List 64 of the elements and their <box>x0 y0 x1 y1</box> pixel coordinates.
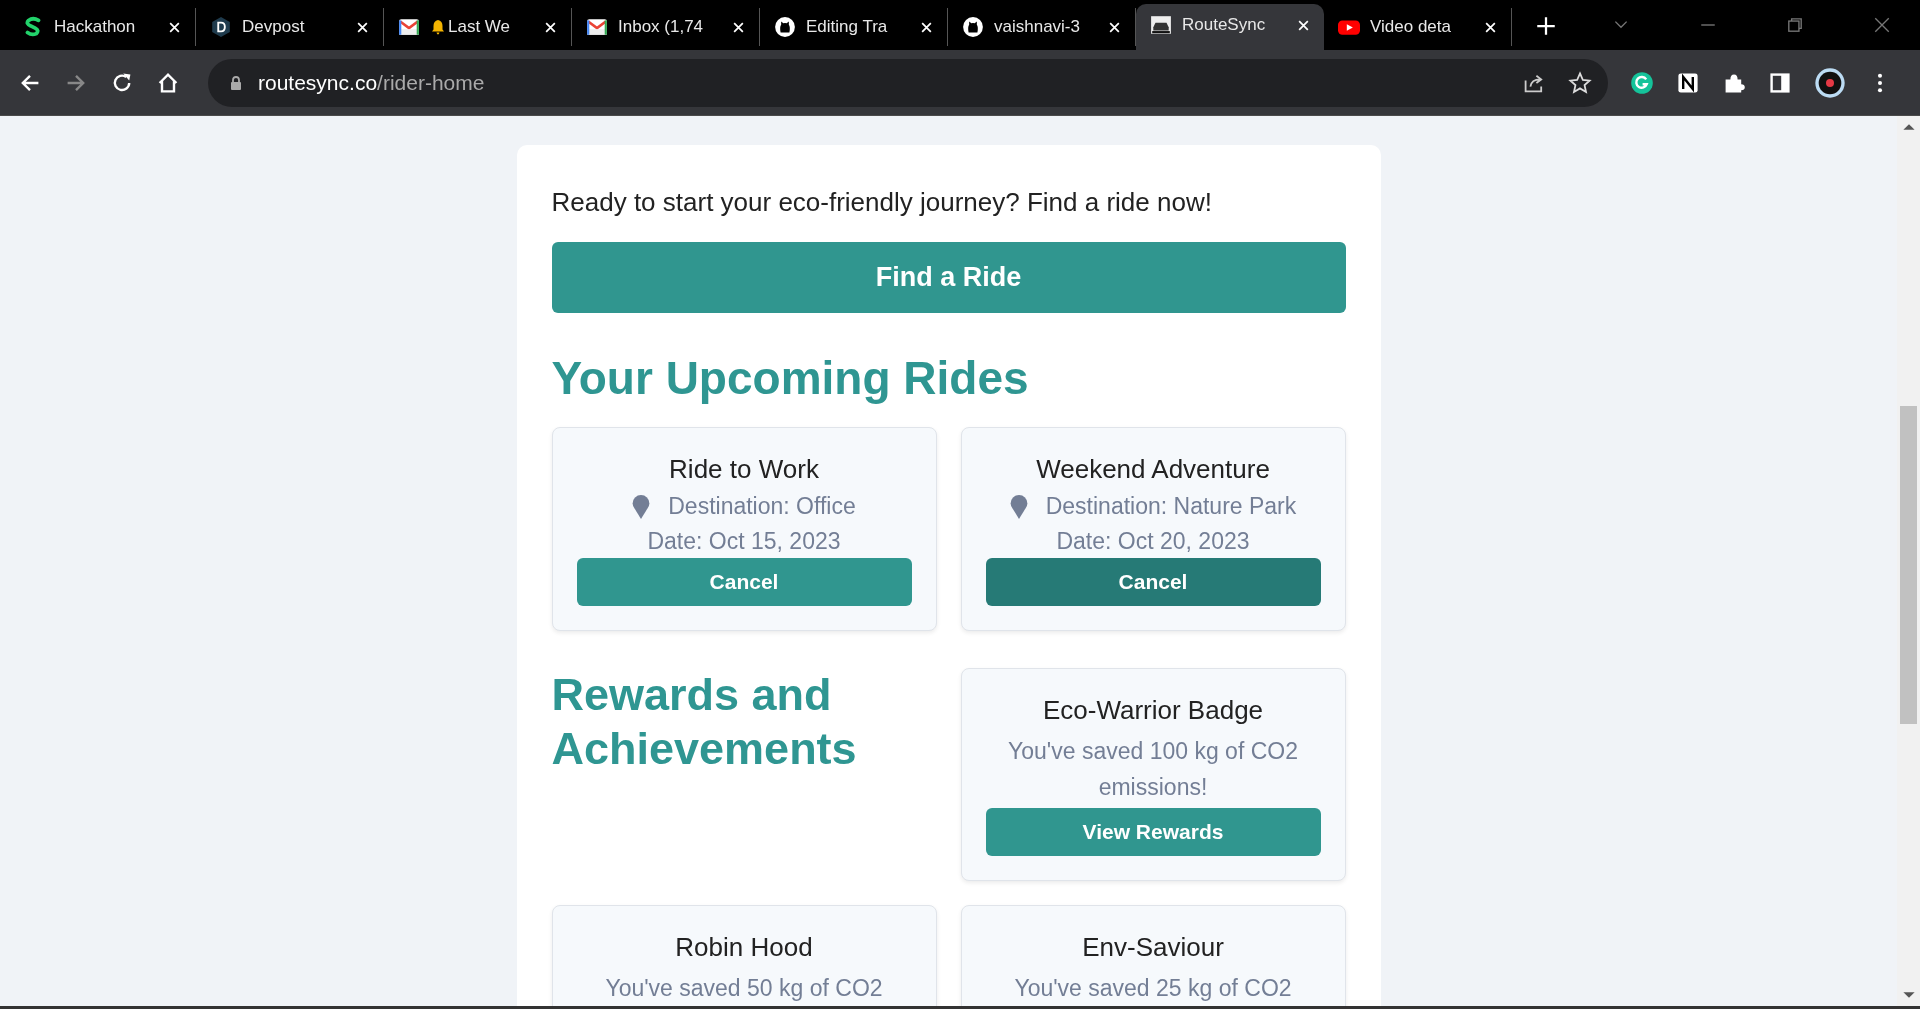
browser-tab[interactable]: Devpost <box>196 8 384 46</box>
tab-title: RouteSync <box>1182 15 1267 35</box>
tab-title: Devpost <box>242 17 306 37</box>
scrollbar-thumb[interactable] <box>1900 406 1917 724</box>
cancel-button[interactable]: Cancel <box>985 558 1321 606</box>
hexagon-icon <box>210 16 232 38</box>
new-tab-icon[interactable] <box>1536 16 1556 36</box>
star-icon[interactable] <box>1568 70 1592 95</box>
n-square-icon[interactable] <box>1676 70 1700 95</box>
home-icon[interactable] <box>156 70 180 95</box>
mail-icon <box>586 16 608 38</box>
browser-tab[interactable]: vaishnavi-3 <box>948 8 1136 46</box>
view-rewards-button[interactable]: View Rewards <box>985 808 1321 857</box>
ride-title: Weekend Adventure <box>1036 454 1270 485</box>
cat-icon <box>962 16 984 38</box>
close-icon[interactable] <box>1108 20 1121 34</box>
close-icon[interactable] <box>732 20 745 34</box>
cat-icon <box>774 16 796 38</box>
destination-text: Destination: Nature Park <box>1045 493 1297 520</box>
restore-icon[interactable] <box>1786 16 1804 34</box>
cancel-button[interactable]: Cancel <box>576 558 912 606</box>
tab-title: Hackathon <box>54 17 137 37</box>
ride-title: Ride to Work <box>669 454 819 485</box>
reward-title: Env-Saviour <box>1082 932 1224 964</box>
scrollbar[interactable] <box>1897 116 1920 1006</box>
browser-tab[interactable]: Editing Tra <box>760 8 948 46</box>
reward-title: Eco-Warrior Badge <box>1042 695 1264 726</box>
avatar-icon[interactable] <box>1814 66 1846 99</box>
browser-tab[interactable]: Inbox (1,74 <box>572 8 760 46</box>
pin-icon <box>632 494 651 519</box>
tab-title: Editing Tra <box>806 17 889 37</box>
date-text: Date: Oct 20, 2023 <box>1056 528 1250 555</box>
date-text: Date: Oct 15, 2023 <box>647 528 841 555</box>
browser-tab[interactable]: Video deta <box>1324 8 1512 46</box>
g-circle-icon[interactable] <box>1630 70 1654 95</box>
prompt-text: Ready to start your eco-friendly journey? Find a ride now! <box>551 187 1213 218</box>
reward-title: Robin Hood <box>675 932 813 964</box>
address-bar[interactable]: routesync.co/rider-home <box>208 58 1608 107</box>
close-icon[interactable] <box>544 20 557 34</box>
tab-title: Last We <box>448 17 512 37</box>
browser-tab[interactable]: RouteSync <box>1136 4 1324 50</box>
close-window-icon[interactable] <box>1873 16 1891 34</box>
tab-title: Video deta <box>1370 17 1452 37</box>
browser-tab[interactable]: Hackathon <box>8 8 196 46</box>
close-icon[interactable] <box>920 20 933 34</box>
browser-tab[interactable]: Last We <box>384 8 572 46</box>
reward-text: You've saved 50 kg of CO2 <box>605 974 883 1004</box>
close-icon[interactable] <box>356 20 369 34</box>
reward-text: You've saved 25 kg of CO2 <box>1014 974 1292 1004</box>
find-ride-button[interactable]: Find a Ride <box>551 242 1346 313</box>
lock-icon <box>228 74 244 91</box>
reward-text: You've saved 100 kg of CO2 emissions! <box>1007 737 1299 802</box>
tab-title: Inbox (1,74 <box>618 17 705 37</box>
close-icon[interactable] <box>1297 18 1310 32</box>
section-heading: Your Upcoming Rides <box>551 351 1030 405</box>
mail-icon <box>398 16 420 38</box>
close-icon[interactable] <box>168 20 181 34</box>
destination-text: Destination: Office <box>668 493 856 520</box>
pin-icon <box>1009 494 1028 519</box>
close-icon[interactable] <box>1484 20 1497 34</box>
tab-title: vaishnavi-3 <box>994 17 1081 37</box>
side-panel-icon[interactable] <box>1768 70 1792 95</box>
url-text: routesync.co/rider-home <box>258 70 485 95</box>
section-heading: Rewards and Achievements <box>551 668 858 776</box>
